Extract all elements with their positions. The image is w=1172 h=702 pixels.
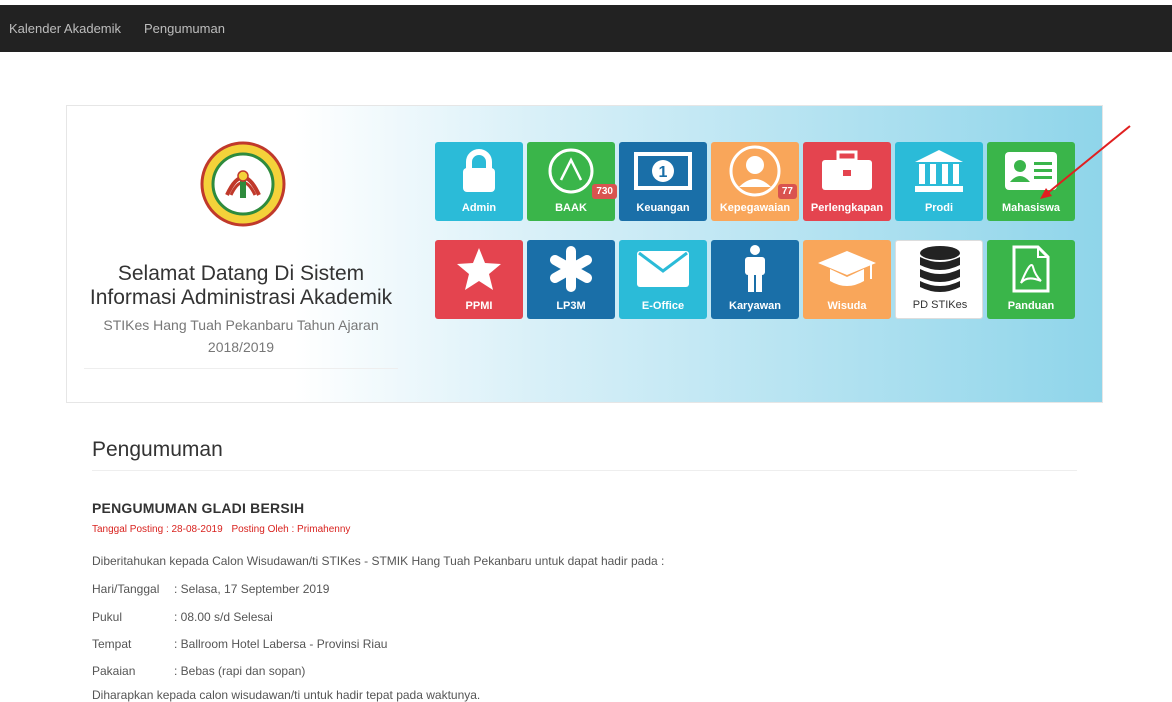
tile-keuangan[interactable]: 1 Keuangan: [619, 142, 707, 221]
announcement-section: Pengumuman: [92, 438, 1077, 471]
detail-value: : Selasa, 17 September 2019: [174, 582, 330, 596]
tile-lp3m-label: LP3M: [556, 300, 586, 312]
tile-ppmi[interactable]: PPMI: [435, 240, 523, 319]
post-title: PENGUMUMAN GLADI BERSIH: [92, 500, 305, 516]
detail-key: Tempat: [92, 637, 132, 651]
welcome-subtitle-line2: 2018/2019: [207, 339, 275, 355]
detail-row: Pakaian : Bebas (rapi dan sopan): [92, 664, 305, 678]
tile-panduan[interactable]: Panduan: [987, 240, 1075, 319]
institution-logo: [200, 141, 286, 227]
tile-pd-stikes-label: PD STIKes: [912, 299, 968, 311]
tile-baak-label: BAAK: [555, 202, 587, 214]
detail-row: Tempat : Ballroom Hotel Labersa - Provins…: [92, 637, 387, 651]
tile-karyawan[interactable]: Karyawan: [711, 240, 799, 319]
male-icon: [711, 245, 799, 293]
detail-value: : 08.00 s/d Selesai: [174, 610, 273, 624]
tile-admin[interactable]: Admin: [435, 142, 523, 221]
kepegawaian-badge: 77: [777, 184, 797, 199]
post-closing: Diharapkan kepada calon wisudawan/ti unt…: [92, 688, 481, 702]
tile-lp3m[interactable]: LP3M: [527, 240, 615, 319]
tile-admin-label: Admin: [461, 202, 497, 214]
welcome-title-line2: Informasi Administrasi Akademik: [89, 286, 393, 309]
tile-mahasiswa-label: Mahasiswa: [1001, 202, 1061, 214]
id-card-icon: [987, 147, 1075, 195]
graduation-cap-icon: [803, 245, 891, 293]
tile-pd-stikes[interactable]: PD STIKes: [895, 240, 983, 319]
tile-ppmi-label: PPMI: [465, 300, 493, 312]
detail-row: Pukul : 08.00 s/d Selesai: [92, 610, 273, 624]
star-icon: [435, 245, 523, 293]
tile-wisuda[interactable]: Wisuda: [803, 240, 891, 319]
baak-badge: 730: [592, 184, 617, 199]
nav-pengumuman[interactable]: Pengumuman: [144, 21, 225, 36]
tile-wisuda-label: Wisuda: [827, 300, 867, 312]
bank-icon: [895, 147, 983, 195]
tile-kepegawaian[interactable]: 77 Kepegawaian: [711, 142, 799, 221]
pdf-file-icon: [987, 245, 1075, 293]
tile-prodi[interactable]: Prodi: [895, 142, 983, 221]
tile-baak[interactable]: 730 BAAK: [527, 142, 617, 221]
announcement-heading: Pengumuman: [92, 438, 1077, 471]
welcome-title-line1: Selamat Datang Di Sistem: [117, 262, 365, 285]
money-icon: 1: [619, 147, 707, 195]
welcome-subtitle: STIKes Hang Tuah Pekanbaru Tahun Ajaran …: [84, 314, 398, 358]
tile-panduan-label: Panduan: [1007, 300, 1055, 312]
tile-prodi-label: Prodi: [924, 202, 954, 214]
detail-row: Hari/Tanggal : Selasa, 17 September 2019: [92, 582, 329, 596]
tile-kepegawaian-label: Kepegawaian: [719, 202, 791, 214]
detail-value: : Bebas (rapi dan sopan): [174, 664, 306, 678]
detail-key: Hari/Tanggal: [92, 582, 160, 596]
svg-text:1: 1: [659, 164, 668, 181]
top-navbar: Kalender Akademik Pengumuman: [0, 5, 1172, 52]
detail-key: Pakaian: [92, 664, 136, 678]
tile-perlengkapan[interactable]: Perlengkapan: [803, 142, 891, 221]
post-meta: Tanggal Posting : 28-08-2019 Posting Ole…: [92, 524, 356, 535]
post-author: Posting Oleh : Primahenny: [231, 524, 351, 535]
lock-icon: [435, 147, 523, 195]
database-icon: [896, 246, 984, 294]
tile-e-office[interactable]: E-Office: [619, 240, 707, 319]
welcome-block: Selamat Datang Di Sistem Informasi Admin…: [84, 262, 398, 369]
briefcase-icon: [803, 147, 891, 195]
tile-perlengkapan-label: Perlengkapan: [810, 202, 884, 214]
welcome-divider: [84, 368, 398, 369]
welcome-subtitle-line1: STIKes Hang Tuah Pekanbaru Tahun Ajaran: [103, 317, 379, 333]
tile-keuangan-label: Keuangan: [636, 202, 690, 214]
detail-value: : Ballroom Hotel Labersa - Provinsi Riau: [174, 637, 388, 651]
post-date: Tanggal Posting : 28-08-2019: [92, 524, 223, 535]
envelope-icon: [619, 245, 707, 293]
detail-key: Pukul: [92, 610, 123, 624]
nav-kalender-akademik[interactable]: Kalender Akademik: [9, 21, 121, 36]
asterisk-icon: [527, 245, 615, 293]
post-intro: Diberitahukan kepada Calon Wisudawan/ti …: [92, 554, 665, 568]
tile-e-office-label: E-Office: [641, 300, 685, 312]
tile-karyawan-label: Karyawan: [729, 300, 781, 312]
tile-mahasiswa[interactable]: Mahasiswa: [987, 142, 1075, 221]
